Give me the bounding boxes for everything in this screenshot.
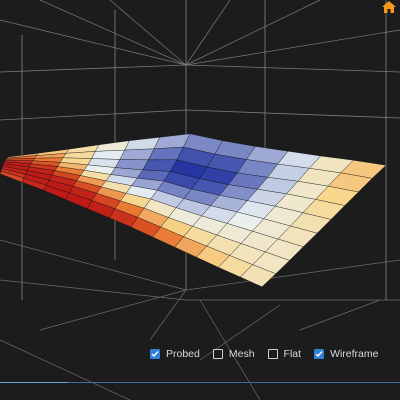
probed-label: Probed xyxy=(166,348,200,360)
grid-line xyxy=(39,289,187,331)
mesh-cell xyxy=(94,140,130,152)
wireframe-label: Wireframe xyxy=(330,348,379,360)
display-options: Probed Mesh Flat Wireframe xyxy=(150,346,378,362)
mesh-checkbox[interactable] xyxy=(212,349,223,359)
grid-line xyxy=(0,64,187,73)
flat-label: Flat xyxy=(283,348,302,360)
grid-line xyxy=(0,239,187,291)
grid-line xyxy=(0,279,187,301)
grid-line xyxy=(39,0,187,66)
mesh-surface xyxy=(0,133,387,288)
flat-toggle[interactable]: Flat xyxy=(267,348,302,360)
progress-fill xyxy=(0,382,68,383)
grid-line xyxy=(0,19,187,66)
wireframe-checkbox[interactable] xyxy=(314,349,325,359)
grid-line xyxy=(185,109,400,119)
mesh-cell xyxy=(91,149,126,160)
grid-line xyxy=(299,299,381,331)
grid-line xyxy=(185,0,321,66)
grid-line xyxy=(0,109,187,121)
bed-mesh-viewport[interactable]: Probed Mesh Flat Wireframe xyxy=(0,0,400,400)
grid-line xyxy=(185,64,400,73)
mesh-toggle[interactable]: Mesh xyxy=(212,348,255,360)
home-button[interactable] xyxy=(382,0,396,13)
grid-line xyxy=(185,0,231,66)
bottom-bar xyxy=(0,378,400,400)
mesh-label: Mesh xyxy=(228,348,255,360)
progress-track xyxy=(0,382,400,383)
home-icon xyxy=(382,1,396,13)
flat-checkbox[interactable] xyxy=(267,349,278,359)
checkmark-icon xyxy=(151,351,159,358)
checkmark-icon xyxy=(315,351,323,358)
probed-checkbox[interactable] xyxy=(150,349,160,359)
grid-line xyxy=(149,289,187,341)
probed-toggle[interactable]: Probed xyxy=(150,348,200,360)
grid-line xyxy=(185,29,400,66)
bed-mesh-3d-plot[interactable] xyxy=(0,0,400,400)
grid-line xyxy=(109,0,187,66)
wireframe-toggle[interactable]: Wireframe xyxy=(314,348,378,360)
